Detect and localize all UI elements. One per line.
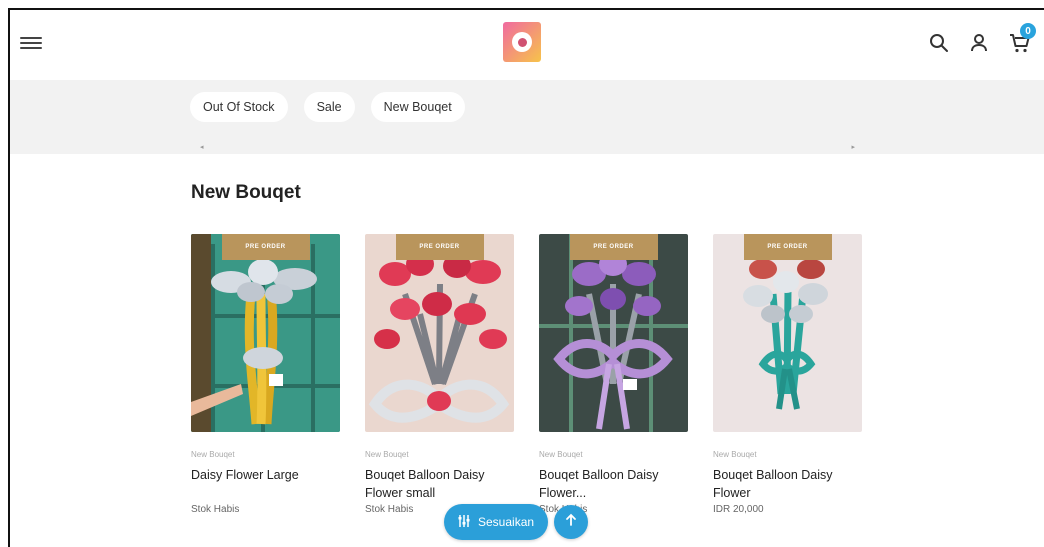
customize-label: Sesuaikan	[478, 515, 535, 529]
product-image[interactable]: PRE ORDER	[539, 234, 688, 432]
product-name[interactable]: Bouqet Balloon Daisy Flower	[713, 466, 862, 502]
product-name[interactable]: Bouqet Balloon Daisy Flower...	[539, 466, 688, 502]
sliders-icon	[457, 514, 471, 531]
top-bar: 0	[10, 10, 1044, 80]
cart-count-badge: 0	[1020, 23, 1036, 39]
app-frame: 0 Out Of Stock Sale New Bouqet ◂ ▸ New B…	[8, 8, 1044, 547]
user-icon[interactable]	[968, 32, 990, 54]
store-logo[interactable]	[503, 22, 541, 62]
product-category: New Bouqet	[713, 450, 757, 459]
product-status: IDR 20,000	[713, 504, 764, 515]
floating-actions: Sesuaikan	[444, 504, 589, 540]
product-name[interactable]: Bouqet Balloon Daisy Flower small	[365, 466, 514, 502]
product-image[interactable]: PRE ORDER	[713, 234, 862, 432]
category-chip-out-of-stock[interactable]: Out Of Stock	[190, 92, 288, 122]
pre-order-tag: PRE ORDER	[743, 234, 832, 260]
product-card[interactable]: PRE ORDER New Bouqet Daisy Flower Large …	[191, 234, 340, 515]
product-card[interactable]: PRE ORDER New Bouqet Bouqet Balloon Dais…	[713, 234, 862, 515]
pre-order-tag: PRE ORDER	[569, 234, 658, 260]
cart-icon[interactable]: 0	[1008, 23, 1036, 54]
product-image[interactable]: PRE ORDER	[191, 234, 340, 432]
scroll-left-icon[interactable]: ◂	[200, 143, 204, 151]
product-category: New Bouqet	[365, 450, 409, 459]
category-chip-new-bouqet[interactable]: New Bouqet	[370, 92, 465, 122]
product-category: New Bouqet	[539, 450, 583, 459]
category-scrollbar[interactable]: ◂ ▸	[200, 143, 855, 151]
product-card[interactable]: PRE ORDER New Bouqet Bouqet Balloon Dais…	[539, 234, 688, 515]
category-chip-sale[interactable]: Sale	[303, 92, 355, 122]
customize-button[interactable]: Sesuaikan	[444, 504, 549, 540]
search-icon[interactable]	[928, 32, 950, 54]
scroll-to-top-button[interactable]	[554, 505, 589, 539]
product-card[interactable]: PRE ORDER New Bouqet Bouqet Balloon Dais…	[365, 234, 514, 515]
product-name[interactable]: Daisy Flower Large	[191, 466, 340, 502]
category-chips: Out Of Stock Sale New Bouqet	[190, 92, 465, 122]
category-bar: Out Of Stock Sale New Bouqet ◂ ▸	[10, 80, 1044, 154]
product-image[interactable]: PRE ORDER	[365, 234, 514, 432]
arrow-up-icon	[564, 513, 578, 532]
hamburger-menu-icon[interactable]	[20, 34, 42, 54]
product-category: New Bouqet	[191, 450, 235, 459]
section-title: New Bouqet	[191, 182, 301, 203]
product-status: Stok Habis	[191, 504, 240, 515]
pre-order-tag: PRE ORDER	[395, 234, 484, 260]
header-actions: 0	[928, 23, 1036, 54]
product-grid: PRE ORDER New Bouqet Daisy Flower Large …	[191, 234, 862, 515]
pre-order-tag: PRE ORDER	[221, 234, 310, 260]
scroll-right-icon[interactable]: ▸	[851, 143, 855, 151]
